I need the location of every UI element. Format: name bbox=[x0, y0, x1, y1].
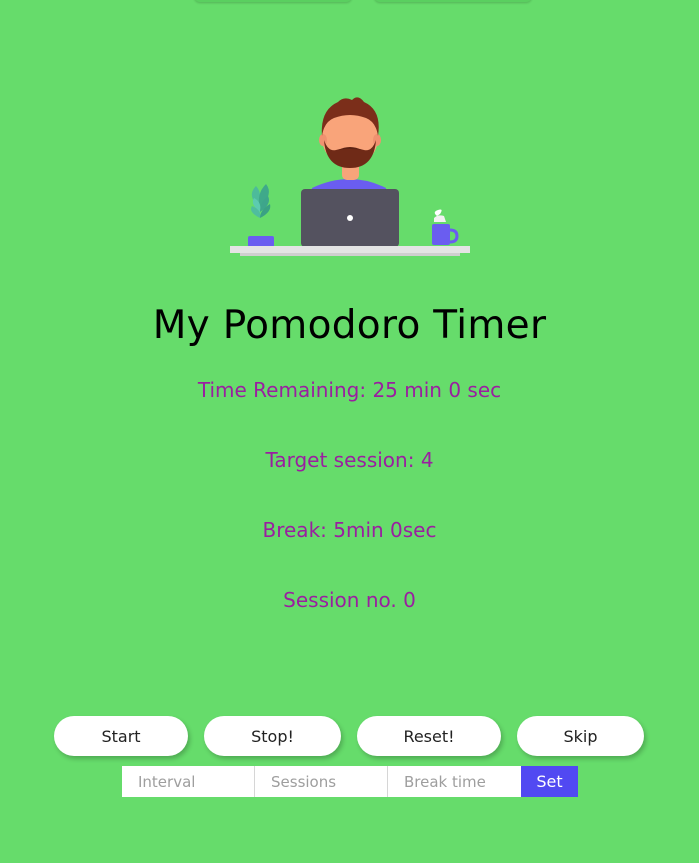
person-at-laptop-illustration bbox=[230, 97, 470, 256]
start-button[interactable]: Start bbox=[54, 716, 188, 756]
target-session-text: Target session: 4 bbox=[265, 448, 434, 472]
top-tab-left[interactable] bbox=[194, 0, 352, 2]
page-title: My Pomodoro Timer bbox=[152, 303, 547, 348]
reset-button[interactable]: Reset! bbox=[357, 716, 501, 756]
sessions-input[interactable] bbox=[255, 766, 388, 797]
stop-button[interactable]: Stop! bbox=[204, 716, 341, 756]
time-remaining-text: Time Remaining: 25 min 0 sec bbox=[197, 378, 502, 402]
interval-input[interactable] bbox=[122, 766, 255, 797]
top-tab-right[interactable] bbox=[374, 0, 532, 2]
settings-form: Set bbox=[122, 766, 578, 797]
break-time-input[interactable] bbox=[388, 766, 521, 797]
set-button[interactable]: Set bbox=[521, 766, 578, 797]
skip-button[interactable]: Skip bbox=[517, 716, 644, 756]
session-count-text: Session no. 0 bbox=[283, 588, 416, 612]
break-duration-text: Break: 5min 0sec bbox=[262, 518, 437, 542]
